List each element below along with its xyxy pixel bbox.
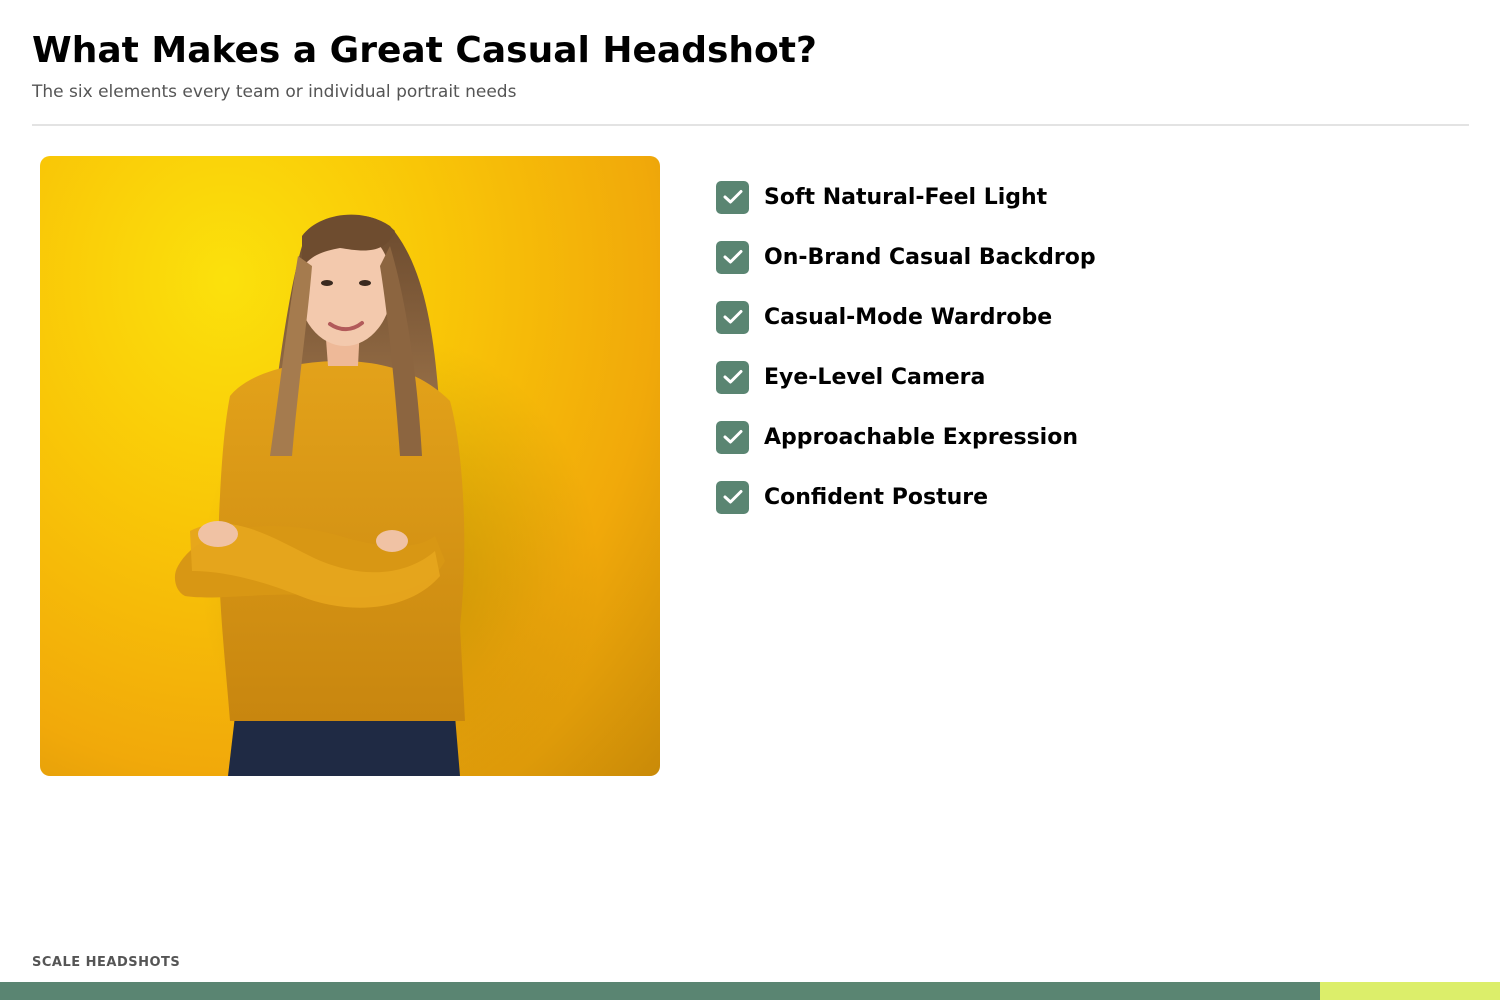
page-title: What Makes a Great Casual Headshot? [32, 30, 817, 71]
checkmark-icon [716, 240, 749, 274]
checkmark-icon [716, 300, 749, 334]
page-subtitle: The six elements every team or individua… [32, 82, 517, 102]
brand-name: SCALE HEADSHOTS [32, 955, 181, 970]
checklist-item-label: Confident Posture [764, 484, 989, 510]
slide: What Makes a Great Casual Headshot? The … [0, 0, 1500, 1000]
checkmark-icon [716, 480, 749, 514]
checklist-item-label: Approachable Expression [764, 424, 1078, 450]
headshot-photo [40, 156, 660, 776]
checklist-item-label: Soft Natural-Feel Light [764, 184, 1048, 210]
footer-bar [0, 982, 1320, 1000]
checkmark-icon [716, 180, 749, 214]
checklist: Soft Natural-Feel Light On-Brand Casual … [716, 180, 1096, 540]
checklist-item: Soft Natural-Feel Light [716, 180, 1096, 214]
checklist-item: Eye-Level Camera [716, 360, 1096, 394]
checklist-item-label: On-Brand Casual Backdrop [764, 244, 1096, 270]
checkmark-icon [716, 420, 749, 454]
checklist-item: Casual-Mode Wardrobe [716, 300, 1096, 334]
checklist-item: Confident Posture [716, 480, 1096, 514]
checklist-item: On-Brand Casual Backdrop [716, 240, 1096, 274]
checkmark-icon [716, 360, 749, 394]
portrait-illustration [174, 214, 600, 776]
footer-accent-bar [1320, 982, 1500, 1000]
header-divider [32, 124, 1469, 126]
checklist-item: Approachable Expression [716, 420, 1096, 454]
checklist-item-label: Eye-Level Camera [764, 364, 986, 390]
checklist-item-label: Casual-Mode Wardrobe [764, 304, 1053, 330]
